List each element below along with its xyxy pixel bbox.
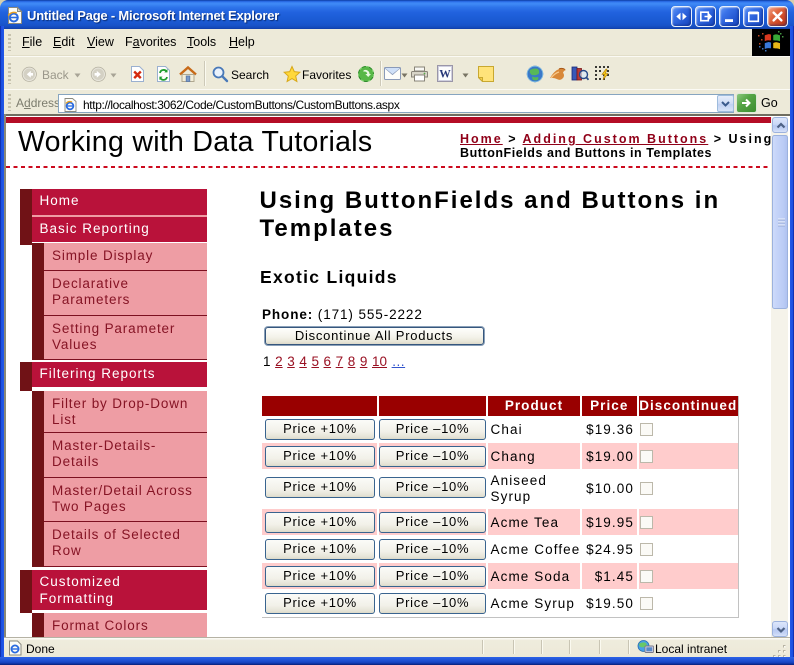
svg-text:W: W xyxy=(439,69,451,81)
